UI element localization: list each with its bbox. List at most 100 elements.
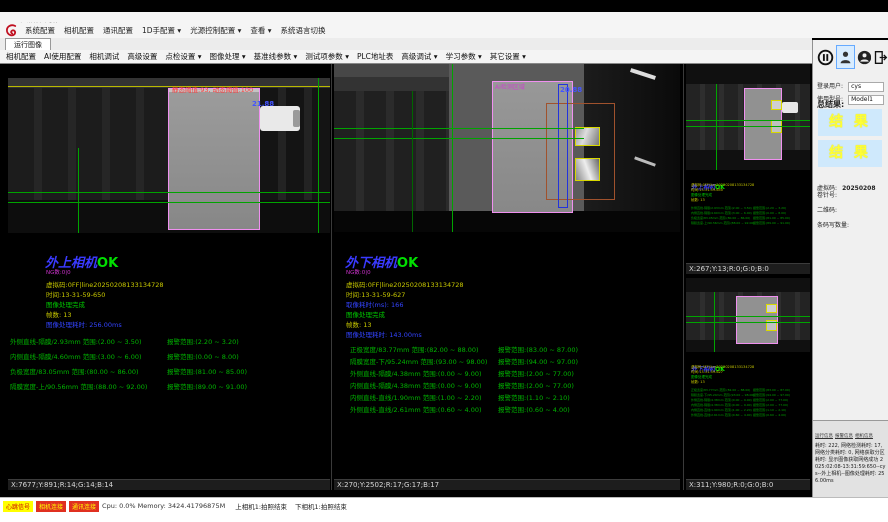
baseline-h2 [686,322,810,323]
thumb1-info: 虚拟码:0FF|line20250208133134728 时间:13-31-5… [691,183,754,203]
left-result-sub: NG数:0|0 [46,268,71,276]
menubar: 系统配置相机配置通讯配置 1D手配置 ▾ 光源控制配置 ▾ 查看 ▾ 系统语言切换 [0,23,888,38]
result-box-upper: 结 果 [818,109,882,136]
tab-connector-region [260,106,300,131]
toolbar-item[interactable]: AI使用配置 [44,51,81,62]
machine-shadow [334,211,680,232]
middle-info-lines: 虚拟码:0FF|line20250208133134728 时间:13-31-5… [346,280,464,340]
measurement-row: 内侧直线-隔膜/4.38mm 范围:(0.00 ~ 9.00) 报警范围:(2.… [350,380,680,392]
tab-run-image[interactable]: 运行图像 [5,38,51,50]
menu-item[interactable]: 1D手配置 ▾ [142,25,181,36]
yellow-reference-line [8,86,330,87]
left-frames: 帧数: 13 [46,310,164,320]
toolbar-item[interactable]: 学习参数 ▾ [446,51,482,62]
toolbar-item[interactable]: 基准线参数 ▾ [254,51,298,62]
left-barcode: 虚拟码:0FF|line20250208133134728 [46,280,164,290]
log-tab-run[interactable]: 运行信息 [815,434,833,439]
middle-elapsed: 图像处理耗时: 143.00ms [346,330,464,340]
menu-item[interactable]: 查看 ▾ [250,25,271,36]
middle-barcode: 虚拟码:0FF|line20250208133134728 [346,280,464,290]
menu-item[interactable]: 相机配置 [64,25,94,36]
measurement-row: 内侧直线-直线/1.90mm 范围:(1.00 ~ 2.20) 报警范围:(1.… [350,392,680,404]
toolbar-item[interactable]: 图像处理 ▾ [210,51,246,62]
baseline-h1 [334,128,584,129]
status-bar: 心跳信号 相机连接 通讯连接 Cpu: 0.0% Memory: 3424.41… [0,497,888,522]
measurement-row: 内侧直线-隔膜/4.60mm 范围:(3.00 ~ 6.00) 报警范围:(0.… [10,351,330,366]
menu-item[interactable]: 系统语言切换 [281,25,326,36]
log-tabs: 运行信息报警信息相机信息 [813,421,888,442]
menu-item[interactable]: 系统配置 [25,25,55,36]
thumb1-scene [686,64,810,170]
toolbar-item[interactable]: PLC地址表 [357,51,393,62]
right-sidebar: 登录用户: cys 使用型号: Model1 总结果: 结 果 结 果 虚拟码:… [812,40,888,497]
toolbar-items: 相机配置 AI使用配置相机调试高级设置点检设置 ▾ 图像处理 ▾ 基准线参数 ▾ 测试项… [6,51,534,62]
thumbnail-upper-camera[interactable]: 外上相机OK 虚拟码:0FF|line20250208133134728 时间:… [686,64,810,274]
ai-detect-box-left [168,88,260,230]
baseline-h2 [686,126,810,127]
camera-image-middle[interactable]: AI检测区域 20.88 [334,64,680,232]
measurement-row: 外侧直线-隔膜/2.93mm 范围:(2.00 ~ 3.50) 报警范围:(2.… [10,336,330,351]
baseline-h2 [8,202,330,203]
thumb1-connector [782,102,798,113]
toolbar-item[interactable]: 相机配置 [6,51,36,62]
baseline-h1 [686,316,810,317]
toolbar-item[interactable]: 高级设置 [127,51,157,62]
measure-value-overlay: 20.88 [560,86,582,94]
measurement-row: 隔膜宽度-下/95.24mm 范围:(93.00 ~ 98.00) 报警范围:(… [350,356,680,368]
toolbar: 相机配置 AI使用配置相机调试高级设置点检设置 ▾ 图像处理 ▾ 基准线参数 ▾ 测试项… [0,50,812,64]
window-titlebar: CYS-视觉检测系统 [0,12,888,23]
thumb2-scene [686,278,810,352]
thumb1-coord-bar: X:267;Y:13;R:0;G:0;B:0 [686,263,810,274]
measurement-row: 外侧直线-直线/2.61mm 范围:(0.60 ~ 4.00) 报警范围:(0.… [691,413,809,418]
toolbar-item[interactable]: 其它设置 ▾ [490,51,526,62]
baseline-v2 [412,91,413,232]
lower-camera-status: 下相机1:拍照结束 [295,501,347,511]
machine-texture [334,91,449,211]
machine-texture [8,88,168,200]
model-field[interactable]: Model1 [848,95,884,105]
middle-grab-time: 取像耗时(ms): 166 [346,300,464,310]
thumb1-tape1 [771,100,782,110]
pause-button[interactable] [816,45,835,69]
middle-coord-bar: X:270;Y:2502;R:17;G:17;B:17 [334,479,680,490]
log-tab-camera[interactable]: 相机信息 [855,434,873,439]
brown-detect-box [546,103,615,200]
result-box-lower: 结 果 [818,140,882,167]
yellow-tape-box2 [575,158,600,181]
comm-connect-badge: 通讯连接 [69,501,99,512]
left-elapsed: 图像处理耗时: 256.00ms [46,320,164,330]
measurement-row: 负极宽度/83.05mm 范围:(80.00 ~ 86.00) 报警范围:(81… [10,366,330,381]
exit-button[interactable] [871,45,888,69]
middle-result-sub: NG数:0|0 [346,268,371,276]
measurement-row: 外侧直线-直线/2.61mm 范围:(0.60 ~ 4.00) 报警范围:(0.… [350,404,680,416]
baseline-v1 [716,84,717,170]
baseline-v1 [714,292,715,352]
baseline-h2 [334,138,584,139]
user-button[interactable] [836,45,855,69]
toolbar-item[interactable]: 测试项参数 ▾ [305,51,349,62]
menu-item[interactable]: 通讯配置 [103,25,133,36]
thumb1-measurements: 外侧直线-隔膜/2.93mm 范围:(2.00 ~ 3.50) 报警范围:(2.… [691,206,809,226]
app-logo-icon [4,23,19,38]
thumb2-coord-bar: X:311;Y:980;R:0;G:0;B:0 [686,479,810,490]
toolbar-item[interactable]: 点检设置 ▾ [165,51,201,62]
qr-code-label: 二维码: [817,205,837,214]
log-text: 耗时: 222, 网络检测耗时: 17, 网络分类耗时: 0, 网络获取分区耗时… [813,442,888,486]
thumbnail-lower-camera[interactable]: 外下相机OK 虚拟码:0FF|line20250208133134728 时间:… [686,278,810,490]
toolbar-item[interactable]: 高级调试 ▾ [401,51,437,62]
virtual-code-value: 20250208 [842,185,875,192]
heartbeat-badge: 心跳信号 [3,501,33,512]
baseline-v1 [318,78,319,233]
measurement-row: 外侧直线-隔膜/4.38mm 范围:(0.00 ~ 9.00) 报警范围:(2.… [350,368,680,380]
log-area: 运行信息报警信息相机信息 耗时: 222, 网络检测耗时: 17, 网络分类耗时… [813,420,888,498]
camera-image-left[interactable]: 静态阈值:93, 动态阈值:100 21.88 [8,78,330,233]
upper-camera-status: 上相机1:拍照结束 [235,501,287,511]
menu-item[interactable]: 光源控制配置 ▾ [190,25,241,36]
measurement-row: 隔膜宽度-上/90.56mm 范围:(88.00 ~ 92.00) 报警范围:(… [10,381,330,396]
threshold-overlay-text: 静态阈值:93, 动态阈值:100 [172,84,253,94]
toolbar-item[interactable]: 相机调试 [89,51,119,62]
panel-divider2 [683,64,684,490]
menu-items: 系统配置相机配置通讯配置 1D手配置 ▾ 光源控制配置 ▾ 查看 ▾ 系统语言切换 [25,25,335,36]
left-measurements: 外侧直线-隔膜/2.93mm 范围:(2.00 ~ 3.50) 报警范围:(2.… [10,336,330,396]
log-tab-alarm[interactable]: 报警信息 [835,434,853,439]
